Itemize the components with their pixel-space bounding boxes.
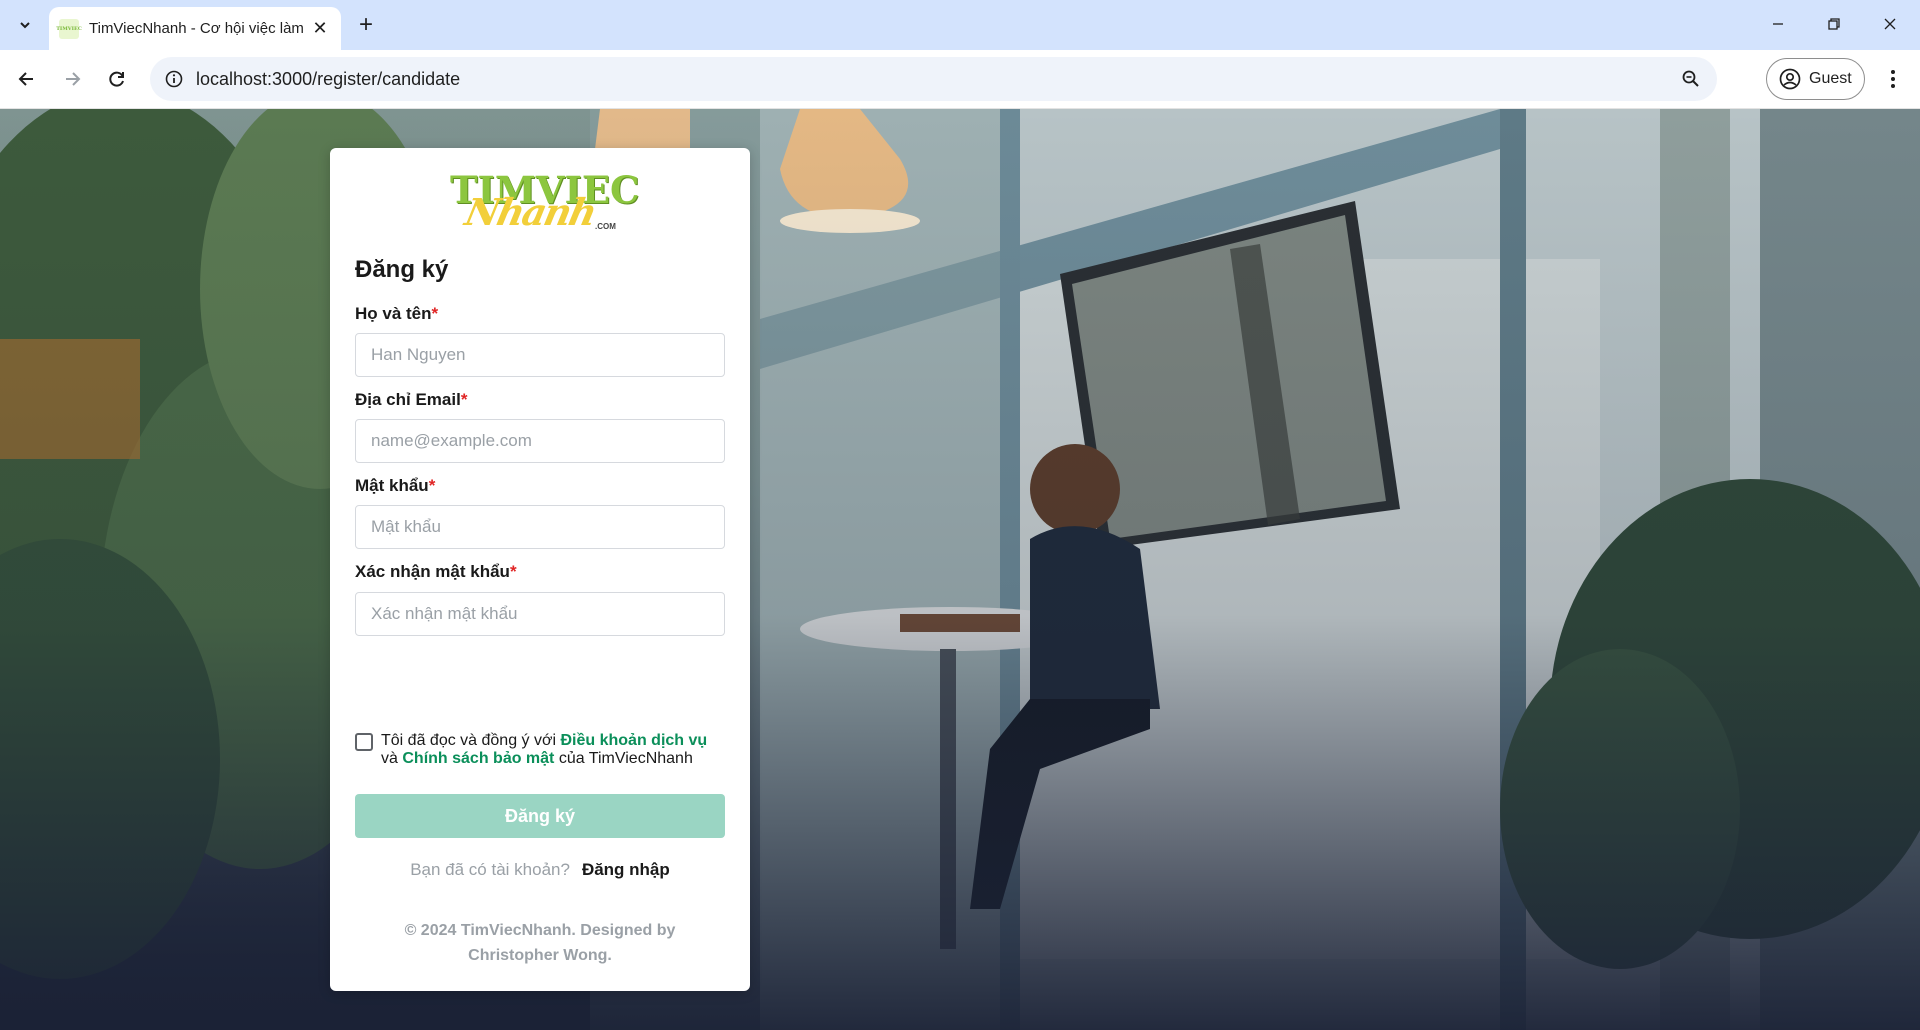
password-label: Mật khẩu* xyxy=(355,476,436,495)
address-bar[interactable]: localhost:3000/register/candidate xyxy=(150,57,1717,101)
zoom-icon[interactable] xyxy=(1679,67,1703,91)
tab-title: TimViecNhanh - Cơ hội việc làm xyxy=(89,20,304,37)
logo-suffix: .COM xyxy=(595,222,616,231)
register-card: TIMVIEC Nhanh .COM Đăng ký Họ và tên* Đị… xyxy=(330,148,750,991)
terms-checkbox[interactable] xyxy=(355,733,373,751)
favicon-icon: TIMVIEC xyxy=(56,18,82,39)
info-icon[interactable] xyxy=(162,67,186,91)
fullname-input[interactable] xyxy=(355,333,725,377)
profile-label: Guest xyxy=(1809,70,1852,87)
reload-icon[interactable] xyxy=(100,62,134,96)
tab-search-icon[interactable] xyxy=(8,10,42,40)
logo-script: Nhanh xyxy=(461,190,600,234)
forward-arrow-icon[interactable] xyxy=(55,62,89,96)
profile-icon xyxy=(1779,68,1801,90)
login-question: Bạn đã có tài khoản? xyxy=(410,860,570,879)
profile-button[interactable]: Guest xyxy=(1766,58,1865,100)
login-link[interactable]: Đăng nhập xyxy=(582,860,670,880)
email-input[interactable] xyxy=(355,419,725,463)
close-window-icon[interactable] xyxy=(1862,0,1918,48)
kebab-menu-icon[interactable] xyxy=(1878,64,1908,94)
email-label: Địa chỉ Email* xyxy=(355,390,468,409)
office-background-image xyxy=(0,109,1920,1030)
browser-tab[interactable]: TIMVIEC TimViecNhanh - Cơ hội việc làm ✕ xyxy=(49,7,341,50)
close-icon[interactable]: ✕ xyxy=(309,18,331,40)
login-prompt: Bạn đã có tài khoản? Đăng nhập xyxy=(330,860,750,880)
minimize-icon[interactable] xyxy=(1750,0,1806,48)
register-button[interactable]: Đăng ký xyxy=(355,794,725,838)
terms-of-service-link[interactable]: Điều khoản dịch vụ xyxy=(560,732,707,749)
browser-toolbar: localhost:3000/register/candidate Guest xyxy=(0,50,1920,109)
terms-agreement: Tôi đã đọc và đồng ý với Điều khoản dịch… xyxy=(355,732,725,768)
confirm-password-input[interactable] xyxy=(355,592,725,636)
privacy-policy-link[interactable]: Chính sách bảo mật xyxy=(402,750,554,767)
restore-icon[interactable] xyxy=(1806,0,1862,48)
plus-icon[interactable]: + xyxy=(352,11,380,39)
url-text[interactable]: localhost:3000/register/candidate xyxy=(196,69,460,90)
page-title: Đăng ký xyxy=(355,256,449,283)
confirm-password-label: Xác nhận mật khẩu* xyxy=(355,562,517,581)
fullname-label: Họ và tên* xyxy=(355,304,439,323)
footer-copyright: © 2024 TimViecNhanh. Designed by Christo… xyxy=(404,922,676,964)
page-viewport: TIMVIEC Nhanh .COM Đăng ký Họ và tên* Đị… xyxy=(0,109,1920,1030)
browser-tab-strip: TIMVIEC TimViecNhanh - Cơ hội việc làm ✕… xyxy=(0,0,1920,50)
timviecnhanh-logo[interactable]: TIMVIEC Nhanh .COM xyxy=(450,170,639,236)
back-arrow-icon[interactable] xyxy=(10,62,44,96)
password-input[interactable] xyxy=(355,505,725,549)
terms-text: Tôi đã đọc và đồng ý với Điều khoản dịch… xyxy=(381,732,708,767)
